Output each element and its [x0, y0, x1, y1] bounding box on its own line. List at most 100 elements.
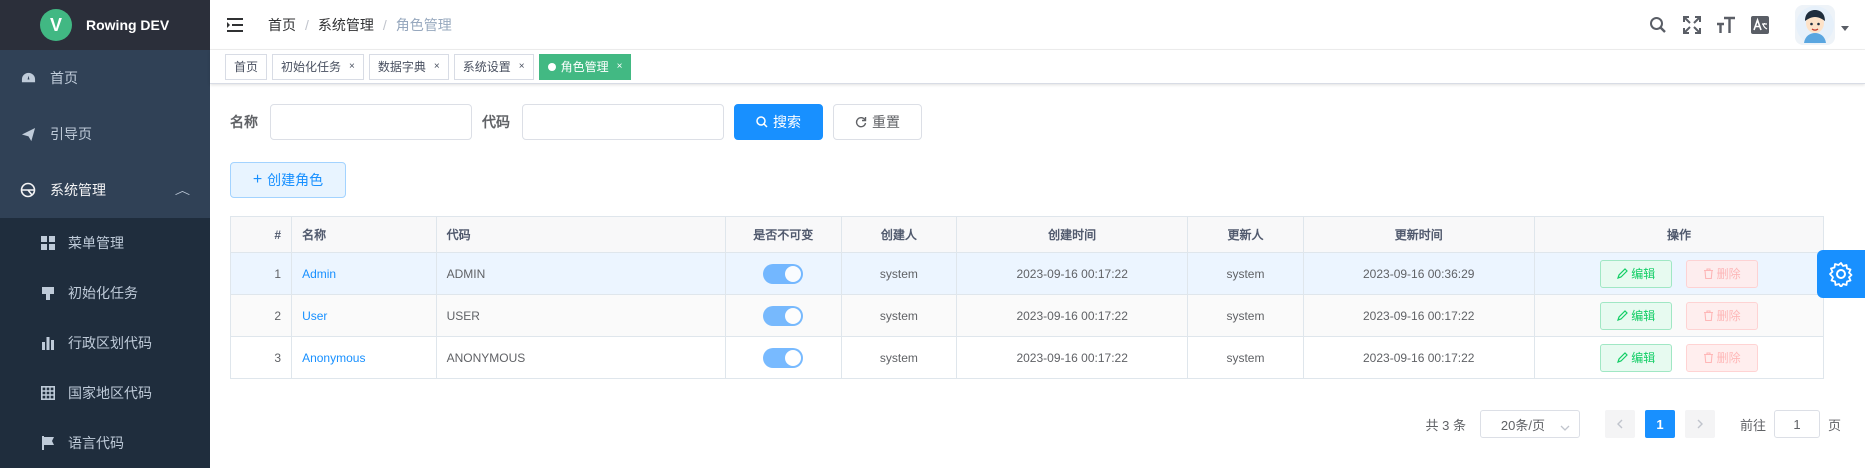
row-index: 1: [231, 253, 292, 295]
chevron-up-icon: ︿: [175, 182, 190, 198]
create-role-button[interactable]: + 创建角色: [230, 162, 346, 198]
breadcrumb-item-home[interactable]: 首页: [268, 15, 296, 35]
sidebar: V Rowing DEV 首页 引导页 系统管理 ︿ 菜单管理: [0, 0, 210, 464]
edit-button[interactable]: 编辑: [1600, 344, 1672, 372]
switch-knob: [785, 266, 801, 282]
table-row[interactable]: 1 Admin ADMIN system 2023-09-16 00:17:22…: [231, 253, 1824, 295]
role-name-cell: Anonymous: [292, 337, 436, 379]
tag-dictionary[interactable]: 数据字典 ×: [369, 54, 449, 80]
tag-init-task[interactable]: 初始化任务 ×: [272, 54, 364, 80]
search-icon[interactable]: [1648, 15, 1668, 35]
sidebar-item-home[interactable]: 首页: [0, 50, 210, 106]
sidebar-item-init-task[interactable]: 初始化任务: [0, 268, 210, 318]
sidebar-item-language-code[interactable]: 语言代码: [0, 418, 210, 468]
delete-button[interactable]: 删除: [1686, 344, 1758, 372]
tag-system-settings[interactable]: 系统设置 ×: [454, 54, 534, 80]
close-icon[interactable]: ×: [349, 61, 355, 72]
breadcrumb-separator: /: [383, 17, 387, 33]
role-name-link[interactable]: Admin: [302, 267, 336, 281]
breadcrumb: 首页 / 系统管理 / 角色管理: [268, 15, 452, 35]
breadcrumb-item-system[interactable]: 系统管理: [318, 15, 374, 35]
updater-cell: system: [1188, 337, 1303, 379]
tag-role-management[interactable]: 角色管理 ×: [539, 54, 632, 80]
navbar: 首页 / 系统管理 / 角色管理: [210, 0, 1865, 50]
sidebar-item-label: 国家地区代码: [68, 383, 152, 403]
reset-button[interactable]: 重置: [833, 104, 922, 140]
delete-label: 删除: [1717, 307, 1741, 324]
column-header: 创建时间: [956, 217, 1187, 253]
search-button-label: 搜索: [773, 112, 801, 132]
creator-cell: system: [841, 337, 956, 379]
name-label: 名称: [230, 112, 258, 132]
next-page-button[interactable]: [1685, 410, 1715, 438]
delete-button[interactable]: 删除: [1686, 260, 1758, 288]
role-code-cell: ADMIN: [436, 253, 725, 295]
immutable-switch[interactable]: [763, 264, 803, 284]
page-number-button[interactable]: 1: [1645, 410, 1675, 438]
sidebar-item-admin-division[interactable]: 行政区划代码: [0, 318, 210, 368]
flag-icon: [40, 435, 56, 451]
app-title: Rowing DEV: [86, 17, 169, 33]
sidebar-item-label: 首页: [50, 68, 78, 88]
immutable-switch[interactable]: [763, 306, 803, 326]
roles-table: # 名称 代码 是否不可变 创建人 创建时间 更新人 更新时间 操作 1 Adm…: [230, 216, 1824, 379]
close-icon[interactable]: ×: [519, 61, 525, 72]
prev-page-button[interactable]: [1605, 410, 1635, 438]
goto-page-input[interactable]: 1: [1774, 410, 1820, 438]
search-icon: [756, 116, 768, 128]
tag-label: 角色管理: [561, 58, 609, 75]
menu-grid-icon: [40, 235, 56, 251]
edit-button[interactable]: 编辑: [1600, 302, 1672, 330]
immutable-cell: [725, 337, 841, 379]
edit-button[interactable]: 编辑: [1600, 260, 1672, 288]
font-size-icon[interactable]: [1716, 15, 1736, 35]
table-icon: [40, 385, 56, 401]
page-size-select[interactable]: 20条/页: [1480, 410, 1580, 438]
hamburger-icon[interactable]: [226, 16, 244, 34]
settings-button[interactable]: [1817, 250, 1865, 298]
edit-label: 编辑: [1631, 307, 1655, 324]
sidebar-item-system[interactable]: 系统管理 ︿: [0, 162, 210, 218]
sidebar-item-country-code[interactable]: 国家地区代码: [0, 368, 210, 418]
immutable-cell: [725, 253, 841, 295]
tag-home[interactable]: 首页: [225, 54, 267, 80]
actions-cell: 编辑 删除: [1534, 253, 1823, 295]
close-icon[interactable]: ×: [617, 61, 623, 72]
system-icon: [20, 182, 36, 198]
delete-button[interactable]: 删除: [1686, 302, 1758, 330]
create-role-label: 创建角色: [267, 170, 323, 190]
edit-icon: [1617, 268, 1628, 279]
table-row[interactable]: 3 Anonymous ANONYMOUS system 2023-09-16 …: [231, 337, 1824, 379]
code-input[interactable]: [522, 104, 724, 140]
caret-down-icon[interactable]: [1841, 26, 1849, 31]
immutable-switch[interactable]: [763, 348, 803, 368]
pagination-goto: 前往 1 页: [1740, 410, 1841, 438]
search-button[interactable]: 搜索: [734, 104, 823, 140]
immutable-cell: [725, 295, 841, 337]
delete-label: 删除: [1717, 265, 1741, 282]
active-dot-icon: [548, 63, 556, 71]
tag-label: 系统设置: [463, 58, 511, 75]
sidebar-item-menu-management[interactable]: 菜单管理: [0, 218, 210, 268]
close-icon[interactable]: ×: [434, 61, 440, 72]
table-row[interactable]: 2 User USER system 2023-09-16 00:17:22 s…: [231, 295, 1824, 337]
logo-area[interactable]: V Rowing DEV: [0, 0, 210, 50]
creator-cell: system: [841, 253, 956, 295]
name-input[interactable]: [270, 104, 472, 140]
role-name-link[interactable]: User: [302, 309, 327, 323]
actions-cell: 编辑 删除: [1534, 337, 1823, 379]
creator-cell: system: [841, 295, 956, 337]
tag-label: 数据字典: [378, 58, 426, 75]
translate-icon[interactable]: [1750, 15, 1770, 35]
sidebar-item-guide[interactable]: 引导页: [0, 106, 210, 162]
search-form: 名称 代码 搜索 重置: [230, 104, 1845, 140]
role-name-link[interactable]: Anonymous: [302, 351, 365, 365]
column-header: 操作: [1534, 217, 1823, 253]
created-time-cell: 2023-09-16 00:17:22: [956, 253, 1187, 295]
fullscreen-icon[interactable]: [1682, 15, 1702, 35]
role-name-cell: Admin: [292, 253, 436, 295]
avatar[interactable]: [1795, 5, 1835, 45]
code-label: 代码: [482, 112, 510, 132]
trash-icon: [1703, 310, 1714, 321]
column-header: 代码: [436, 217, 725, 253]
